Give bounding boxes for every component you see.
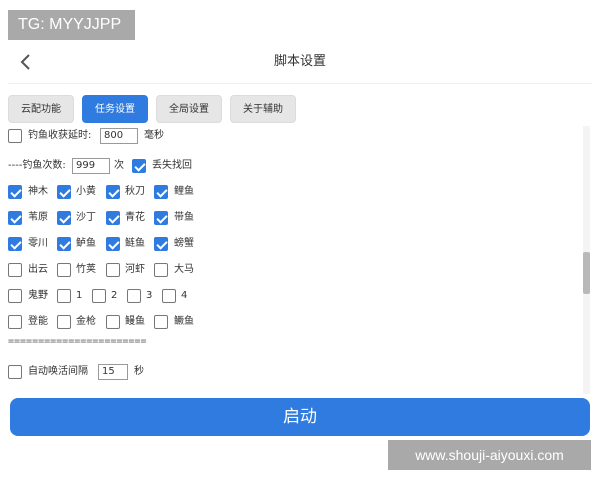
fish-label: 神木 [28,186,48,197]
fish-label: 金枪 [76,316,96,327]
tab-cloud-config[interactable]: 云配功能 [8,95,74,123]
extra-label: 1 [76,290,83,301]
fish-label: 沙丁 [76,212,96,223]
settings-panel: 钓鱼收获延时: 800 毫秒 ----钓鱼次数: 999 次 丢失找回 神木 小… [8,126,592,394]
fish-checkbox[interactable] [8,315,22,329]
fish-label: 带鱼 [174,212,194,223]
fish-label: 出云 [28,264,48,275]
app-header: 脚本设置 [8,40,592,84]
fish-label: 大马 [174,264,194,275]
extra-label: 鬼野 [28,290,48,301]
auto-wake-label: 自动唤活间隔 [28,366,88,377]
fish-checkbox[interactable] [8,185,22,199]
watermark-bottom: www.shouji-aiyouxi.com [388,440,591,470]
fish-label: 螃蟹 [174,238,194,249]
extra-label: 3 [146,290,153,301]
extra-label: 4 [181,290,188,301]
catch-delay-input[interactable]: 800 [100,128,138,144]
fish-checkbox[interactable] [57,185,71,199]
fish-checkbox[interactable] [106,315,120,329]
lost-recovery-label: 丢失找回 [152,160,192,171]
extra-checkbox[interactable] [127,289,141,303]
fish-checkbox[interactable] [154,211,168,225]
fish-checkbox[interactable] [106,263,120,277]
extra-label: 2 [111,290,118,301]
fish-label: 河虾 [125,264,145,275]
fish-label: 苇原 [28,212,48,223]
extra-checkbox[interactable] [57,289,71,303]
catch-delay-label: 钓鱼收获延时: [28,130,92,141]
fish-checkbox[interactable] [8,237,22,251]
fish-checkbox[interactable] [57,263,71,277]
catch-delay-checkbox[interactable] [8,129,22,143]
start-button[interactable]: 启动 [10,398,590,436]
watermark-top: TG: MYYJJPP [8,10,135,40]
fish-checkbox[interactable] [154,315,168,329]
fishing-count-unit: 次 [114,160,124,171]
lost-recovery-checkbox[interactable] [132,159,146,173]
scrollbar-thumb[interactable] [583,252,590,294]
fish-checkbox[interactable] [154,237,168,251]
fish-label: 登能 [28,316,48,327]
catch-delay-unit: 毫秒 [144,130,164,141]
fish-checkbox[interactable] [8,211,22,225]
tab-task-settings[interactable]: 任务设置 [82,95,148,123]
extra-checkbox[interactable] [92,289,106,303]
fishing-count-input[interactable]: 999 [72,158,110,174]
fish-label: 鲢鱼 [125,238,145,249]
extra-checkbox[interactable] [162,289,176,303]
fishing-count-label: ----钓鱼次数: [8,160,66,171]
fish-label: 小黄 [76,186,96,197]
fish-label: 鳜鱼 [174,316,194,327]
extra-checkbox[interactable] [8,289,22,303]
tab-global-settings[interactable]: 全局设置 [156,95,222,123]
fish-checkbox[interactable] [106,185,120,199]
fish-checkbox[interactable] [154,185,168,199]
separator-line: ======================= [8,336,147,347]
tab-about[interactable]: 关于辅助 [230,95,296,123]
fish-checkbox[interactable] [154,263,168,277]
auto-wake-input[interactable]: 15 [98,364,128,380]
auto-wake-checkbox[interactable] [8,365,22,379]
fish-checkbox[interactable] [106,211,120,225]
fish-label: 青花 [125,212,145,223]
page-title: 脚本设置 [273,54,326,69]
fish-checkbox[interactable] [106,237,120,251]
fish-checkbox[interactable] [8,263,22,277]
fish-label: 秋刀 [125,186,145,197]
fish-label: 零川 [28,238,48,249]
fish-label: 鲤鱼 [174,186,194,197]
fish-checkbox[interactable] [57,211,71,225]
fish-label: 鲈鱼 [76,238,96,249]
fish-label: 竹荚 [76,264,96,275]
fish-label: 鳗鱼 [125,316,145,327]
fish-checkbox[interactable] [57,237,71,251]
auto-wake-unit: 秒 [134,366,144,377]
fish-checkbox[interactable] [57,315,71,329]
